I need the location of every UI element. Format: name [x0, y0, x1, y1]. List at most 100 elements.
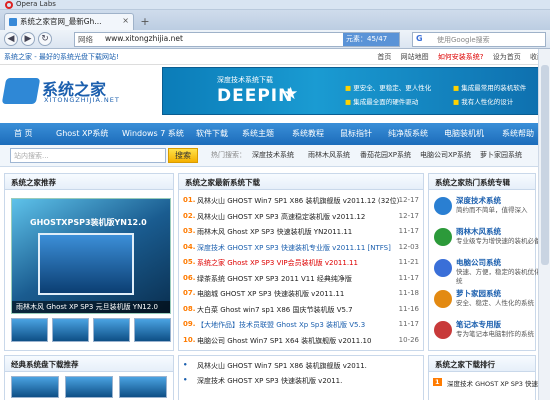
top-link-sethome[interactable]: 设为首页: [493, 53, 521, 61]
row-title-link[interactable]: 电脑公司 Ghost Win7 SP1 X64 装机旗舰版 v2011.10: [197, 336, 371, 346]
list-item-title[interactable]: 风林火山 GHOST Win7 SP1 X86 装机旗舰版 v2011.: [197, 361, 367, 371]
nav-item[interactable]: 软件下载: [196, 128, 228, 139]
site-logo[interactable]: 系统之家 XITONGZHIJIA.NET: [1, 74, 154, 114]
panel-title: 经典系统盘下载推荐: [11, 360, 79, 369]
thumbnail[interactable]: [65, 376, 113, 398]
album-title[interactable]: 萝卜家园系统: [456, 288, 501, 299]
hot-search-link[interactable]: 电脑公司XP系统: [420, 150, 471, 160]
row-title-link[interactable]: 深度技术 GHOST XP SP3 快速装机专业版 v2011.11 [NTFS…: [197, 243, 391, 253]
album-title[interactable]: 雨林木风系统: [456, 226, 501, 237]
row-title-link[interactable]: 大白菜 Ghost win7 sp1 X86 国庆节装机版 V5.7: [197, 305, 353, 315]
load-progress: 元素：45/47: [343, 33, 399, 46]
panel-header: 经典系统盘下载推荐: [5, 356, 173, 372]
album-item[interactable]: 笔记本专用版 专为笔记本电脑制作的系统: [434, 319, 546, 355]
nav-item[interactable]: 首 页: [14, 128, 33, 139]
address-toolbar: ◀ ▶ ↻ 网络 www.xitongzhijia.net 元素：45/47 G…: [0, 30, 550, 49]
banner-small-text: 深度技术系统下载: [217, 76, 273, 84]
tab-active[interactable]: 系统之家官网_最新Gh... ×: [4, 13, 134, 30]
featured-caption[interactable]: 雨林木风 Ghost XP SP3 元旦装机版 YN12.0: [12, 301, 170, 313]
nav-item[interactable]: 电脑装机机: [444, 128, 484, 139]
row-number: 03.: [183, 227, 196, 235]
row-date: 11-17: [398, 273, 419, 282]
album-desc: 专业级专为增快速的装机必备: [456, 237, 541, 245]
row-number: 06.: [183, 273, 196, 282]
ranking-item-title[interactable]: 深度技术 GHOST XP SP3 快速装: [447, 378, 544, 388]
featured-title: GHOSTXPSP3装机版YN12.0: [30, 218, 147, 227]
row-date: 10-26: [398, 335, 419, 344]
site-search-button[interactable]: 搜索: [168, 148, 198, 163]
nav-item[interactable]: 纯净版系统: [388, 128, 428, 139]
thumbnail[interactable]: [119, 376, 167, 398]
url-text[interactable]: www.xitongzhijia.net: [105, 34, 183, 43]
hot-search-link[interactable]: 番茄花园XP系统: [360, 150, 411, 160]
scrollbar-thumb[interactable]: [541, 65, 549, 265]
row-number: 10.: [183, 335, 196, 344]
thumbnail[interactable]: [93, 318, 130, 342]
hot-search-link[interactable]: 萝卜家园系统: [480, 150, 522, 160]
album-icon: [434, 228, 452, 246]
site-search-input[interactable]: 站内搜索...: [10, 148, 166, 163]
album-icon: [434, 259, 452, 277]
album-icon: [434, 290, 452, 308]
top-link-sitemap[interactable]: 网站地图: [401, 53, 429, 61]
new-tab-button[interactable]: +: [138, 16, 152, 28]
reload-button[interactable]: ↻: [38, 32, 52, 46]
banner-feature: 更安全、更稳定、更人性化: [345, 82, 431, 92]
thumbnail[interactable]: [11, 376, 59, 398]
album-desc: 快速、方便，稳定的装机优化系统: [456, 268, 547, 285]
row-number: 07.: [183, 289, 196, 297]
row-title-link[interactable]: 风林火山 GHOST Win7 SP1 X86 装机旗舰版 v2011.12 (…: [197, 196, 399, 206]
row-date: 11-17: [398, 227, 419, 235]
thumbnail[interactable]: [52, 318, 89, 342]
panel-header: 系统之家推荐: [5, 174, 173, 190]
nav-item[interactable]: Ghost XP系统: [56, 128, 108, 139]
tab-close-icon[interactable]: ×: [122, 16, 129, 25]
row-title-link[interactable]: 绿茶系统 GHOST XP SP3 2011 V11 经典纯净版: [197, 274, 352, 284]
top-link-home[interactable]: 首页: [377, 53, 391, 61]
row-date: 11-17: [398, 320, 419, 328]
list-item-title[interactable]: 深度技术 GHOST XP SP3 快速装机版 v2011.: [197, 376, 342, 386]
thumbnail[interactable]: [134, 318, 171, 342]
latest-downloads-panel: 系统之家最新系统下载 01. 风林火山 GHOST Win7 SP1 X86 装机…: [178, 173, 424, 351]
nav-item[interactable]: 鼠标指针: [340, 128, 372, 139]
recommend-panel: 系统之家推荐 GHOSTXPSP3装机版YN12.0 雨林木风 Ghost XP…: [4, 173, 174, 351]
album-icon: [434, 321, 452, 339]
album-title[interactable]: 笔记本专用版: [456, 319, 501, 330]
featured-image[interactable]: GHOSTXPSP3装机版YN12.0 雨林木风 Ghost XP SP3 元旦…: [11, 198, 171, 314]
album-title[interactable]: 深度技术系统: [456, 195, 501, 206]
row-title-link[interactable]: 系统之家 Ghost XP SP3 VIP会员装机版 v2011.11: [197, 258, 358, 268]
album-desc: 专为笔记本电脑制作的系统: [456, 330, 534, 338]
deepin-banner[interactable]: 深度技术系统下载 DEEPIN ★ 更安全、更稳定、更人性化 集成最全面的硬件驱…: [162, 67, 546, 115]
nav-item[interactable]: Windows 7 系统: [122, 128, 184, 139]
browser-window: Opera Labs 系统之家官网_最新Gh... × + ◀ ▶ ↻ 网络 w…: [0, 0, 550, 400]
row-title-link[interactable]: 风林火山 GHOST XP SP3 高速稳定装机版 v2011.12: [197, 212, 365, 222]
row-number: 08.: [183, 304, 196, 313]
forward-button[interactable]: ▶: [21, 32, 35, 46]
row-title-link[interactable]: 雨林木风 Ghost XP SP3 快速装机版 YN2011.11: [197, 227, 352, 237]
row-date: 12-17: [398, 211, 419, 220]
tab-bar: 系统之家官网_最新Gh... × +: [0, 10, 550, 30]
row-date: 12-03: [398, 242, 419, 251]
tab-label: 系统之家官网_最新Gh...: [20, 17, 102, 26]
nav-item[interactable]: 系统帮助: [502, 128, 534, 139]
album-desc: 简约而不简单，值得深入: [456, 206, 528, 214]
nav-item[interactable]: 系统主题: [242, 128, 274, 139]
site-slogan[interactable]: 系统之家 - 最好的系统光盘下载网站!: [4, 52, 119, 62]
album-title[interactable]: 电脑公司系统: [456, 257, 501, 268]
hot-search-link[interactable]: 雨林木风系统: [308, 150, 350, 160]
classic-downloads-panel: 经典系统盘下载推荐: [4, 355, 174, 400]
address-field[interactable]: 网络 www.xitongzhijia.net 元素：45/47: [74, 32, 400, 47]
panel-title: 系统之家推荐: [11, 178, 56, 187]
row-title-link[interactable]: 【大地作品】技术员联盟 Ghost Xp Sp3 装机版 V5.3: [197, 320, 365, 330]
hot-search-link[interactable]: 深度技术系统: [252, 150, 294, 160]
back-button[interactable]: ◀: [4, 32, 18, 46]
thumbnail[interactable]: [11, 318, 48, 342]
search-field[interactable]: G 使用Google搜索: [412, 32, 546, 47]
top-link-install[interactable]: 如何安装系统?: [438, 53, 484, 61]
vertical-scrollbar[interactable]: [538, 49, 550, 400]
more-downloads-panel: • 风林火山 GHOST Win7 SP1 X86 装机旗舰版 v2011. • 深…: [178, 355, 424, 400]
top-strip: 系统之家 - 最好的系统光盘下载网站! 首页 网站地图 如何安装系统? 设为首页…: [0, 49, 550, 65]
nav-item[interactable]: 系统教程: [292, 128, 324, 139]
panel-header: 系统之家热门系统专辑: [429, 174, 535, 190]
row-title-link[interactable]: 电脑城 GHOST XP SP3 快速装机版 v2011.11: [197, 289, 344, 299]
